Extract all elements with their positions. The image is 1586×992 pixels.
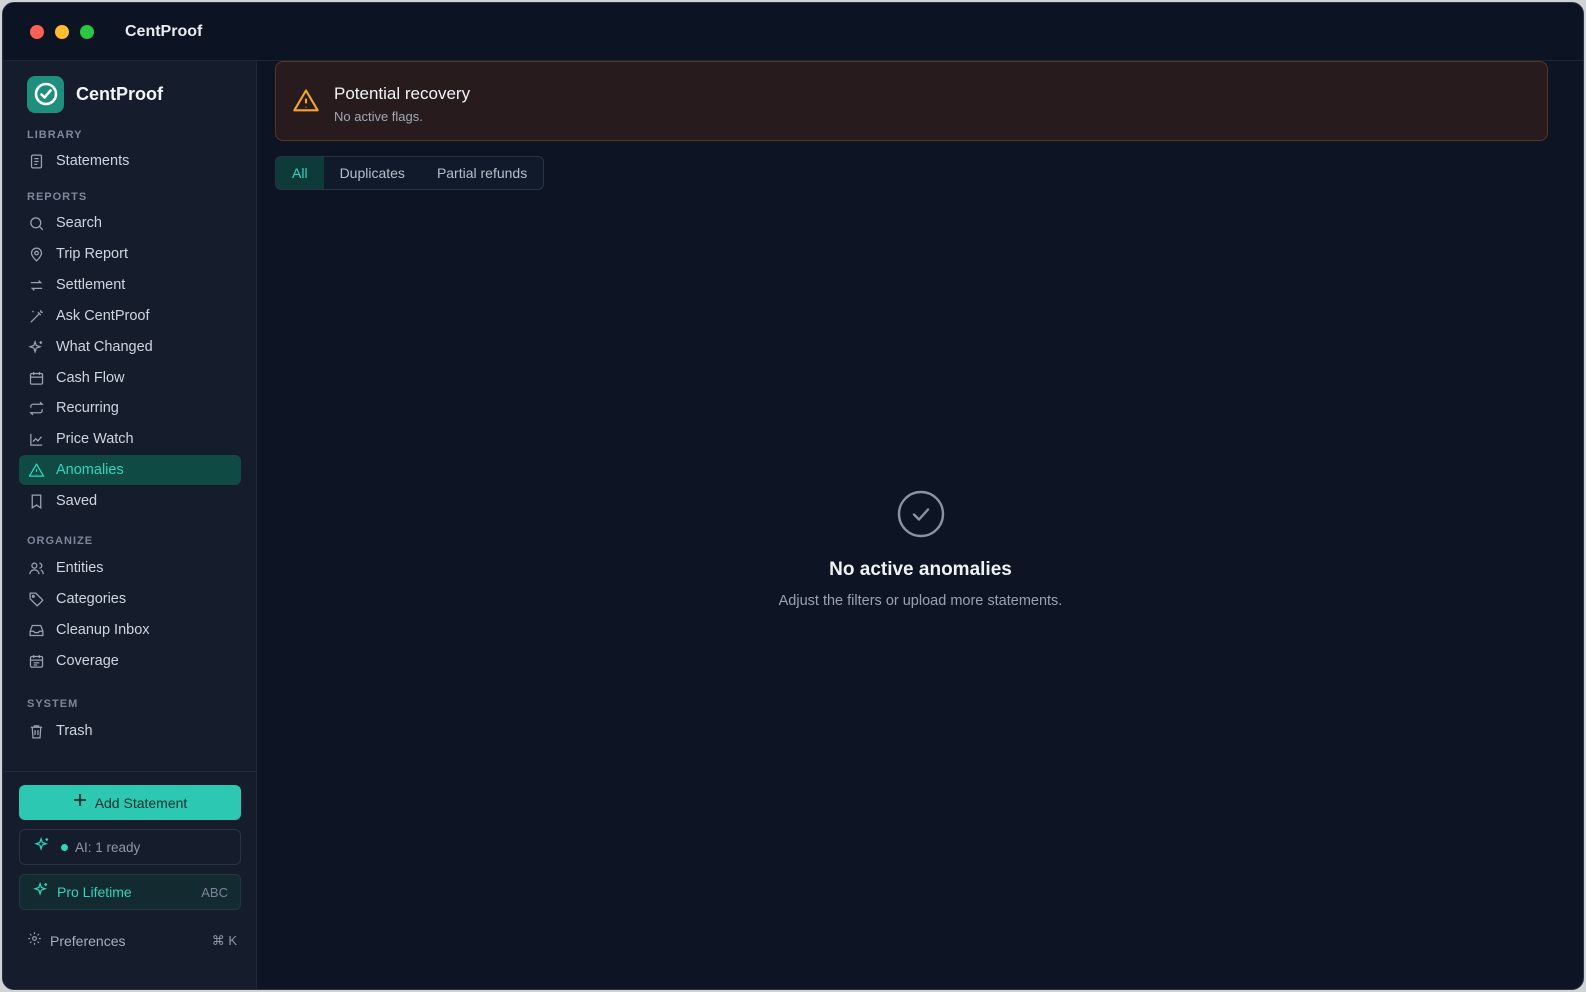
- sidebar-item-search[interactable]: Search: [19, 208, 241, 238]
- brand: CentProof: [27, 75, 163, 113]
- tab-duplicates[interactable]: Duplicates: [324, 157, 421, 189]
- map-pin-icon: [27, 245, 45, 263]
- tag-icon: [27, 590, 45, 608]
- section-label-organize: ORGANIZE: [27, 535, 94, 547]
- trash-icon: [27, 722, 45, 740]
- sidebar-item-saved[interactable]: Saved: [19, 486, 241, 516]
- repeat-icon: [27, 399, 45, 417]
- add-statement-label: Add Statement: [94, 794, 188, 811]
- line-chart-icon: [27, 430, 45, 448]
- sidebar-item-label: What Changed: [56, 339, 153, 355]
- sidebar-item-label: Recurring: [56, 400, 119, 416]
- preferences-button[interactable]: Preferences ⌘ K: [27, 929, 237, 953]
- app-window: CentProof CentProof LIBRARY Statements R…: [2, 2, 1584, 990]
- plan-badge[interactable]: Pro Lifetime ABC: [19, 874, 241, 910]
- sidebar-item-trash[interactable]: Trash: [19, 716, 241, 746]
- empty-state-subtitle: Adjust the filters or upload more statem…: [778, 593, 1063, 609]
- main-content: Potential recovery No active flags. All …: [258, 61, 1583, 989]
- sidebar-item-label: Anomalies: [56, 462, 124, 478]
- sidebar-item-recurring[interactable]: Recurring: [19, 393, 241, 423]
- sidebar-item-settlement[interactable]: Settlement: [19, 270, 241, 300]
- ai-status-label: AI: 1 ready: [75, 839, 141, 855]
- sidebar-item-coverage[interactable]: Coverage: [19, 646, 241, 676]
- sidebar-item-label: Price Watch: [56, 431, 134, 447]
- section-label-system: SYSTEM: [27, 698, 79, 710]
- inbox-icon: [27, 621, 45, 639]
- sidebar-item-categories[interactable]: Categories: [19, 584, 241, 614]
- sidebar-item-label: Coverage: [56, 653, 119, 669]
- sidebar-item-entities[interactable]: Entities: [19, 553, 241, 583]
- sidebar-item-label: Statements: [56, 153, 130, 169]
- calendar-icon: [27, 369, 45, 387]
- banner-subtitle: No active flags.: [334, 109, 423, 124]
- search-icon: [27, 214, 45, 232]
- check-circle-icon: [896, 489, 946, 539]
- sidebar-item-label: Settlement: [56, 277, 126, 293]
- preferences-label: Preferences: [50, 933, 126, 949]
- sidebar-item-anomalies[interactable]: Anomalies: [19, 455, 241, 485]
- close-window-button[interactable]: [30, 25, 44, 39]
- empty-state: No active anomalies Adjust the filters o…: [258, 489, 1583, 609]
- plan-code: ABC: [201, 884, 228, 900]
- tab-all[interactable]: All: [276, 157, 324, 189]
- sidebar-item-trip-report[interactable]: Trip Report: [19, 239, 241, 269]
- sidebar-item-label: Saved: [56, 493, 98, 509]
- tab-partial-refunds[interactable]: Partial refunds: [421, 157, 543, 189]
- sidebar-item-cleanup-inbox[interactable]: Cleanup Inbox: [19, 615, 241, 645]
- calendar-check-icon: [27, 652, 45, 670]
- empty-state-title: No active anomalies: [829, 559, 1012, 580]
- sidebar-item-label: Trip Report: [56, 246, 128, 262]
- centproof-logo-icon: [27, 75, 64, 113]
- filter-tabs: All Duplicates Partial refunds: [275, 156, 545, 190]
- sidebar: CentProof LIBRARY Statements REPORTS Sea…: [3, 61, 257, 989]
- status-dot: [61, 843, 68, 851]
- sparkles-icon: [34, 836, 51, 858]
- sidebar-item-label: Entities: [56, 560, 104, 576]
- plan-label: Pro Lifetime: [57, 884, 132, 900]
- sidebar-item-ask-centproof[interactable]: Ask CentProof: [19, 301, 241, 331]
- sidebar-item-what-changed[interactable]: What Changed: [19, 332, 241, 362]
- sidebar-item-label: Ask CentProof: [56, 308, 150, 324]
- plus-icon: [73, 793, 87, 812]
- sidebar-divider: [3, 771, 256, 772]
- add-statement-button[interactable]: Add Statement: [19, 785, 241, 820]
- sidebar-item-label: Cash Flow: [56, 370, 125, 386]
- preferences-shortcut: ⌘ K: [211, 933, 237, 948]
- sidebar-item-label: Cleanup Inbox: [56, 622, 150, 638]
- zoom-window-button[interactable]: [80, 25, 94, 39]
- minimize-window-button[interactable]: [55, 25, 69, 39]
- banner-title: Potential recovery: [334, 84, 471, 103]
- warning-icon: [292, 87, 320, 115]
- title-bar: CentProof: [3, 3, 1583, 61]
- section-label-library: LIBRARY: [27, 129, 83, 141]
- ai-status[interactable]: AI: 1 ready: [19, 829, 241, 865]
- sidebar-item-price-watch[interactable]: Price Watch: [19, 424, 241, 454]
- users-icon: [27, 559, 45, 577]
- section-label-reports: REPORTS: [27, 191, 88, 203]
- sidebar-item-label: Trash: [56, 723, 93, 739]
- document-icon: [27, 152, 45, 170]
- gear-icon: [27, 931, 42, 951]
- sidebar-item-label: Categories: [56, 591, 127, 607]
- sparkles-icon: [27, 338, 45, 356]
- bookmark-icon: [27, 492, 45, 510]
- window-title: CentProof: [125, 23, 203, 40]
- recovery-banner: Potential recovery No active flags.: [275, 61, 1548, 141]
- sidebar-item-label: Search: [56, 215, 102, 231]
- sidebar-item-statements[interactable]: Statements: [19, 146, 241, 176]
- sparkles-icon: [33, 881, 50, 903]
- warning-icon: [27, 461, 45, 479]
- sidebar-item-cash-flow[interactable]: Cash Flow: [19, 363, 241, 393]
- arrows-swap-icon: [27, 276, 45, 294]
- brand-name: CentProof: [76, 83, 163, 104]
- magic-wand-icon: [27, 307, 45, 325]
